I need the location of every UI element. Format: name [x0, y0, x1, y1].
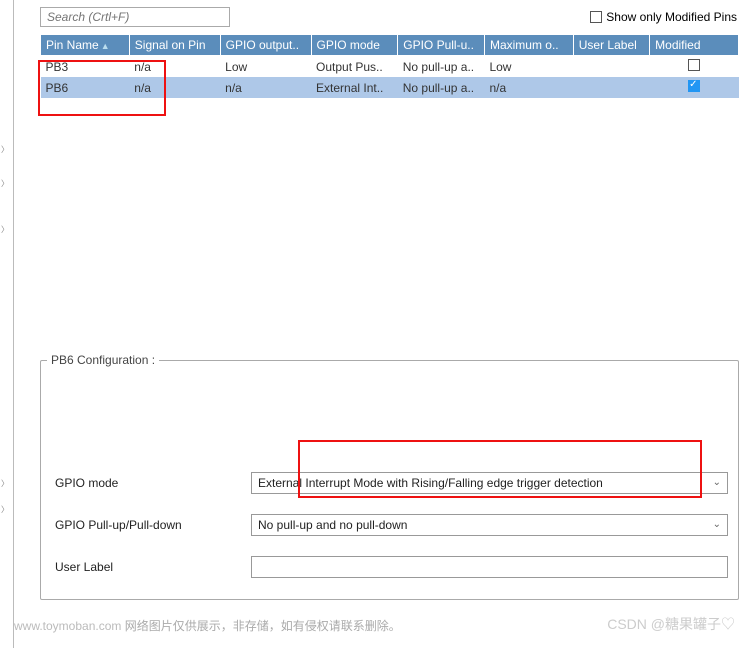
table-cell: n/a [220, 77, 311, 98]
search-input[interactable] [40, 7, 230, 27]
gutter-handle-icon[interactable]: 〉 [1, 224, 11, 232]
table-cell: n/a [129, 77, 220, 98]
gutter-handle-icon[interactable]: 〉 [1, 504, 11, 512]
table-cell: No pull-up a.. [398, 77, 485, 98]
table-cell: PB6 [41, 77, 130, 98]
table-cell: n/a [129, 56, 220, 78]
col-header[interactable]: GPIO output.. [220, 35, 311, 56]
checkbox-icon [590, 11, 602, 23]
col-header[interactable]: Signal on Pin [129, 35, 220, 56]
col-header[interactable]: GPIO mode [311, 35, 398, 56]
modified-cell[interactable] [650, 56, 739, 78]
table-cell: Output Pus.. [311, 56, 398, 78]
form-select[interactable]: External Interrupt Mode with Rising/Fall… [251, 472, 728, 494]
pins-table: Pin Name▲Signal on PinGPIO output..GPIO … [40, 34, 739, 98]
modified-cell[interactable] [650, 77, 739, 98]
col-header[interactable]: GPIO Pull-u.. [398, 35, 485, 56]
table-cell: Low [220, 56, 311, 78]
col-header[interactable]: Modified [650, 35, 739, 56]
table-cell: Low [484, 56, 573, 78]
form-select[interactable]: No pull-up and no pull-down ⌄ [251, 514, 728, 536]
select-value: No pull-up and no pull-down [258, 518, 407, 532]
left-gutter: 〉 〉 〉 〉 〉 [0, 0, 14, 648]
table-cell: PB3 [41, 56, 130, 78]
chevron-down-icon: ⌄ [713, 519, 721, 530]
show-modified-checkbox[interactable]: Show only Modified Pins [590, 10, 737, 24]
table-cell [573, 77, 649, 98]
table-cell: n/a [484, 77, 573, 98]
table-row[interactable]: PB6n/an/aExternal Int..No pull-up a..n/a [41, 77, 739, 98]
checkbox-icon [688, 59, 700, 71]
config-group: PB6 Configuration : GPIO modeExternal In… [40, 360, 739, 600]
form-label: GPIO Pull-up/Pull-down [41, 518, 251, 532]
footer-right: CSDN @糖果罐子♡ [607, 614, 735, 634]
sort-asc-icon: ▲ [101, 41, 110, 51]
form-label: GPIO mode [41, 476, 251, 490]
form-input[interactable] [251, 556, 728, 578]
table-cell: No pull-up a.. [398, 56, 485, 78]
select-value: External Interrupt Mode with Rising/Fall… [258, 476, 603, 490]
table-cell [573, 56, 649, 78]
footer-left: www.toymoban.com 网络图片仅供展示，非存储，如有侵权请联系删除。 [14, 617, 401, 634]
chevron-down-icon: ⌄ [713, 477, 721, 488]
gutter-handle-icon[interactable]: 〉 [1, 478, 11, 486]
col-header[interactable]: Pin Name▲ [41, 35, 130, 56]
col-header[interactable]: Maximum o.. [484, 35, 573, 56]
gutter-handle-icon[interactable]: 〉 [1, 144, 11, 152]
checkbox-icon [688, 80, 700, 92]
col-header[interactable]: User Label [573, 35, 649, 56]
table-row[interactable]: PB3n/aLowOutput Pus..No pull-up a..Low [41, 56, 739, 78]
table-cell: External Int.. [311, 77, 398, 98]
show-modified-label: Show only Modified Pins [606, 10, 737, 24]
config-title: PB6 Configuration : [47, 353, 159, 367]
gutter-handle-icon[interactable]: 〉 [1, 178, 11, 186]
form-label: User Label [41, 560, 251, 574]
